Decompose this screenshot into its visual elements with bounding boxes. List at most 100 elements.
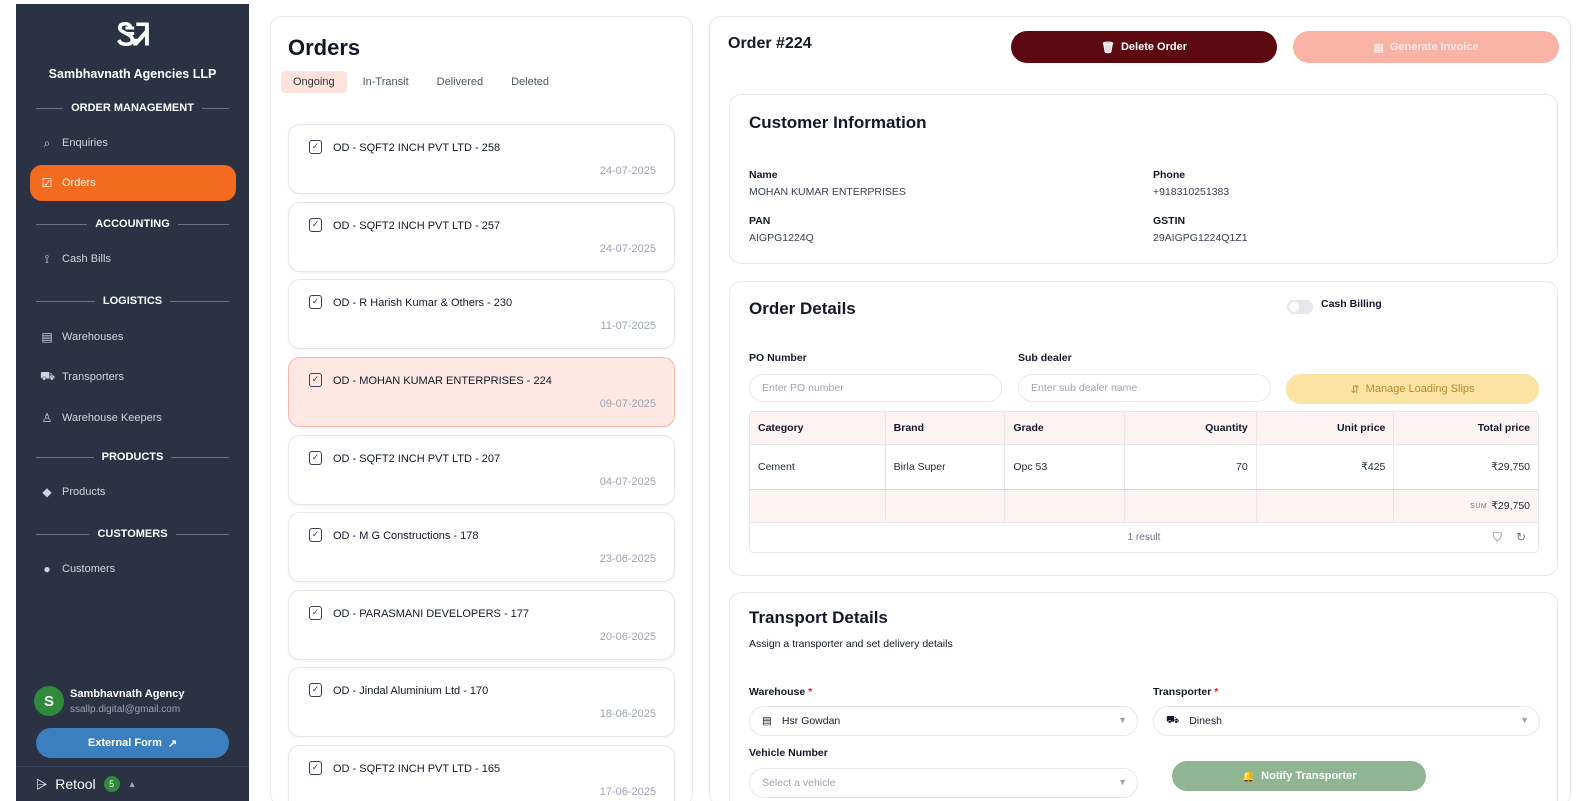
order-tabs: Ongoing In-Transit Delivered Deleted bbox=[281, 71, 561, 93]
manage-loading-slips-label: Manage Loading Slips bbox=[1365, 383, 1475, 395]
sidebar-item-label: Enquiries bbox=[62, 137, 108, 149]
sidebar-item-enquiries[interactable]: ⌕ Enquiries bbox=[30, 125, 236, 161]
manage-loading-slips-button[interactable]: ⇵ Manage Loading Slips bbox=[1286, 374, 1539, 404]
orders-panel: Orders Ongoing In-Transit Delivered Dele… bbox=[270, 16, 693, 801]
chevron-up-icon[interactable]: ▲ bbox=[128, 779, 137, 789]
section-logistics: LOGISTICS bbox=[36, 294, 229, 308]
required-mark: * bbox=[808, 686, 813, 698]
cell-quantity: 70 bbox=[1125, 445, 1257, 489]
transporter-label: Transporter * bbox=[1153, 686, 1219, 698]
order-card[interactable]: ✓ OD - SQFT2 INCH PVT LTD - 165 17-06-20… bbox=[288, 745, 675, 801]
user-profile[interactable]: S Sambhavnath Agency ssallp.digital@gmai… bbox=[32, 684, 232, 720]
external-form-button[interactable]: External Form ↗ bbox=[36, 728, 229, 758]
order-card[interactable]: ✓ OD - Jindal Aluminium Ltd - 170 18-06-… bbox=[288, 667, 675, 737]
order-card[interactable]: ✓ OD - SQFT2 INCH PVT LTD - 258 24-07-20… bbox=[288, 124, 675, 194]
tab-deleted[interactable]: Deleted bbox=[499, 71, 561, 93]
col-grade[interactable]: Grade bbox=[1005, 412, 1126, 444]
generate-invoice-button[interactable]: ▤ Generate Invoice bbox=[1293, 31, 1559, 63]
chevron-down-icon: ▼ bbox=[1118, 715, 1127, 725]
sidebar-item-warehouses[interactable]: ▤ Warehouses bbox=[30, 319, 236, 355]
keeper-icon: ♙ bbox=[41, 411, 53, 425]
sidebar-item-orders[interactable]: ☑ Orders bbox=[30, 165, 236, 201]
order-card-date: 23-06-2025 bbox=[599, 553, 656, 565]
order-card[interactable]: ✓ OD - M G Constructions - 178 23-06-202… bbox=[288, 512, 675, 582]
order-card[interactable]: ✓ OD - SQFT2 INCH PVT LTD - 207 04-07-20… bbox=[288, 435, 675, 505]
tab-delivered[interactable]: Delivered bbox=[425, 71, 495, 93]
sidebar-item-transporters[interactable]: ⛟ Transporters bbox=[30, 359, 236, 395]
warehouse-select[interactable]: ▤ Hsr Gowdan ▼ bbox=[749, 706, 1138, 736]
slips-icon: ⇵ bbox=[1350, 383, 1360, 396]
order-card-date: 04-07-2025 bbox=[599, 476, 656, 488]
clipboard-icon: ✓ bbox=[309, 140, 322, 154]
sidebar-item-products[interactable]: ◆ Products bbox=[30, 474, 236, 510]
order-details-title: Order Details bbox=[749, 299, 856, 318]
clipboard-icon: ✓ bbox=[309, 606, 322, 620]
trash-icon: 🗑 bbox=[1101, 41, 1115, 54]
warehouse-label: Warehouse * bbox=[749, 686, 813, 698]
clipboard-icon: ✓ bbox=[309, 683, 322, 697]
name-label: Name bbox=[749, 169, 778, 181]
order-card[interactable]: ✓ OD - SQFT2 INCH PVT LTD - 257 24-07-20… bbox=[288, 202, 675, 272]
order-card-title: OD - SQFT2 INCH PVT LTD - 207 bbox=[333, 453, 501, 465]
summary-empty bbox=[886, 490, 1006, 522]
col-unit-price[interactable]: Unit price bbox=[1257, 412, 1395, 444]
avatar: S bbox=[34, 686, 64, 716]
transporter-select[interactable]: ⛟ Dinesh ▼ bbox=[1153, 706, 1540, 736]
section-accounting: ACCOUNTING bbox=[36, 217, 229, 231]
summary-empty bbox=[750, 490, 886, 522]
order-detail-panel: Order #224 🗑 Delete Order ▤ Generate Inv… bbox=[709, 16, 1571, 801]
table-summary-row: SUM ₹29,750 bbox=[750, 490, 1538, 523]
order-items-table: Category Brand Grade Quantity Unit price… bbox=[749, 411, 1539, 553]
section-order-management: ORDER MANAGEMENT bbox=[36, 101, 229, 115]
tab-ongoing[interactable]: Ongoing bbox=[281, 71, 347, 93]
truck-icon: ⛟ bbox=[1166, 714, 1180, 726]
gstin-label: GSTIN bbox=[1153, 215, 1186, 227]
sub-dealer-input[interactable]: Enter sub dealer name bbox=[1018, 374, 1271, 402]
vehicle-placeholder: Select a vehicle bbox=[762, 777, 836, 789]
sidebar-item-label: Orders bbox=[62, 177, 96, 189]
customer-pan: AIGPG1224Q bbox=[749, 232, 814, 244]
sidebar-item-label: Transporters bbox=[62, 371, 124, 383]
vehicle-select[interactable]: Select a vehicle ▼ bbox=[749, 768, 1138, 798]
enquiries-icon: ⌕ bbox=[43, 135, 51, 150]
section-products: PRODUCTS bbox=[36, 450, 229, 464]
bell-icon: 🔔 bbox=[1241, 770, 1256, 783]
order-card-date: 24-07-2025 bbox=[599, 243, 656, 255]
refresh-icon[interactable]: ↻ bbox=[1516, 530, 1526, 545]
generate-invoice-label: Generate Invoice bbox=[1389, 41, 1479, 53]
filter-icon[interactable]: ⛉ bbox=[1493, 530, 1502, 545]
order-card-title: OD - R Harish Kumar & Others - 230 bbox=[333, 297, 513, 309]
order-card[interactable]: ✓ OD - R Harish Kumar & Others - 230 11-… bbox=[288, 279, 675, 349]
col-total-price[interactable]: Total price bbox=[1394, 412, 1538, 444]
col-brand[interactable]: Brand bbox=[886, 412, 1006, 444]
table-row[interactable]: Cement Birla Super Opc 53 70 ₹425 ₹29,75… bbox=[750, 445, 1538, 490]
order-card-date: 20-06-2025 bbox=[599, 631, 656, 643]
warehouse-icon: ▤ bbox=[41, 330, 53, 344]
summary-empty bbox=[1257, 490, 1395, 522]
order-card-date: 18-06-2025 bbox=[599, 708, 656, 720]
order-card-selected[interactable]: ✓ OD - MOHAN KUMAR ENTERPRISES - 224 09-… bbox=[288, 357, 675, 427]
po-number-input[interactable]: Enter PO number bbox=[749, 374, 1002, 402]
order-card[interactable]: ✓ OD - PARASMANI DEVELOPERS - 177 20-06-… bbox=[288, 590, 675, 660]
truck-icon: ⛟ bbox=[40, 369, 56, 383]
phone-label: Phone bbox=[1153, 169, 1186, 181]
tag-icon: ◆ bbox=[42, 485, 52, 499]
sidebar-item-warehouse-keepers[interactable]: ♙ Warehouse Keepers bbox=[30, 400, 236, 436]
section-customers: CUSTOMERS bbox=[36, 527, 229, 541]
delete-order-button[interactable]: 🗑 Delete Order bbox=[1011, 31, 1277, 63]
order-card-title: OD - M G Constructions - 178 bbox=[333, 530, 479, 542]
retool-footer[interactable]: ⩥ Retool 5 ▲ bbox=[16, 766, 249, 801]
notify-transporter-button[interactable]: 🔔 Notify Transporter bbox=[1172, 761, 1426, 791]
sidebar: ᏕᏘ Sambhavnath Agencies LLP ORDER MANAGE… bbox=[16, 4, 249, 801]
delete-order-label: Delete Order bbox=[1120, 41, 1187, 53]
sidebar-item-cash-bills[interactable]: ⟟ Cash Bills bbox=[30, 241, 236, 277]
col-category[interactable]: Category bbox=[750, 412, 886, 444]
col-quantity[interactable]: Quantity bbox=[1125, 412, 1257, 444]
external-link-icon: ↗ bbox=[167, 737, 178, 750]
order-card-title: OD - SQFT2 INCH PVT LTD - 165 bbox=[333, 763, 501, 775]
sidebar-item-customers[interactable]: ● Customers bbox=[30, 551, 236, 587]
tab-in-transit[interactable]: In-Transit bbox=[351, 71, 421, 93]
cash-billing-toggle[interactable] bbox=[1287, 300, 1313, 314]
cell-total-price: ₹29,750 bbox=[1491, 461, 1531, 473]
sidebar-item-label: Customers bbox=[62, 563, 116, 575]
